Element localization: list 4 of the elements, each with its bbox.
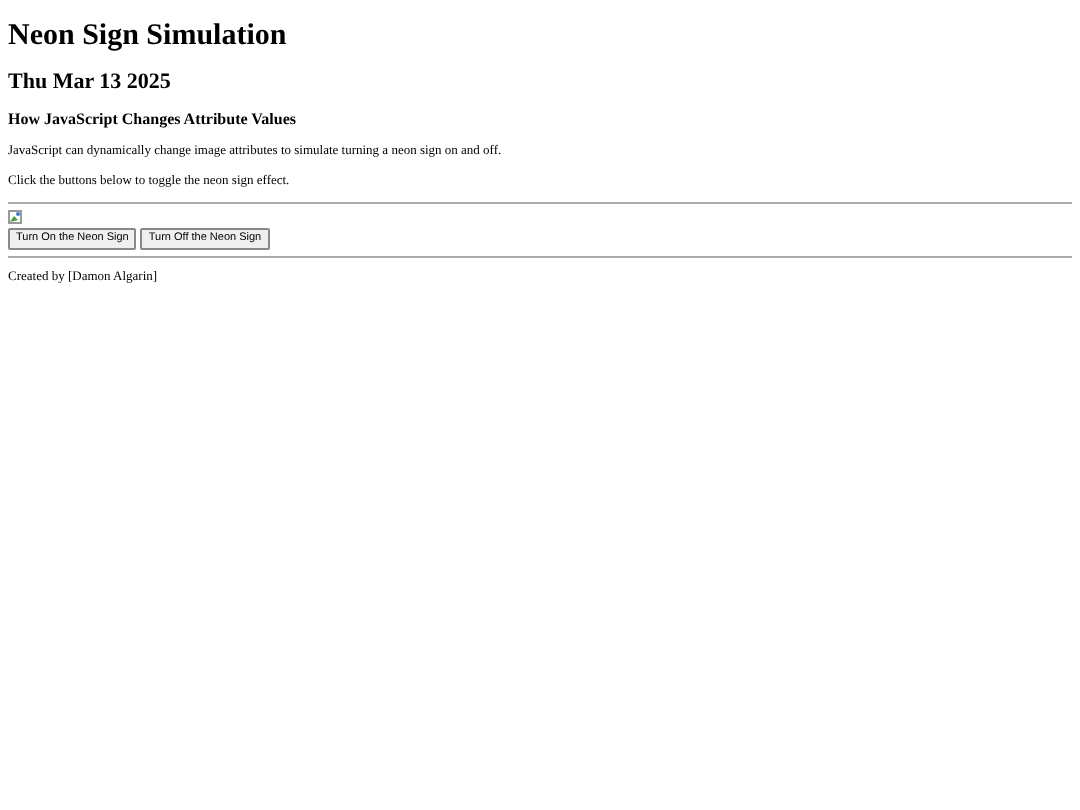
section-heading: How JavaScript Changes Attribute Values (8, 110, 299, 130)
page-title: Neon Sign Simulation (8, 18, 289, 54)
broken-image-icon (8, 210, 22, 225)
date-heading: Thu Mar 13 2025 (8, 70, 173, 97)
